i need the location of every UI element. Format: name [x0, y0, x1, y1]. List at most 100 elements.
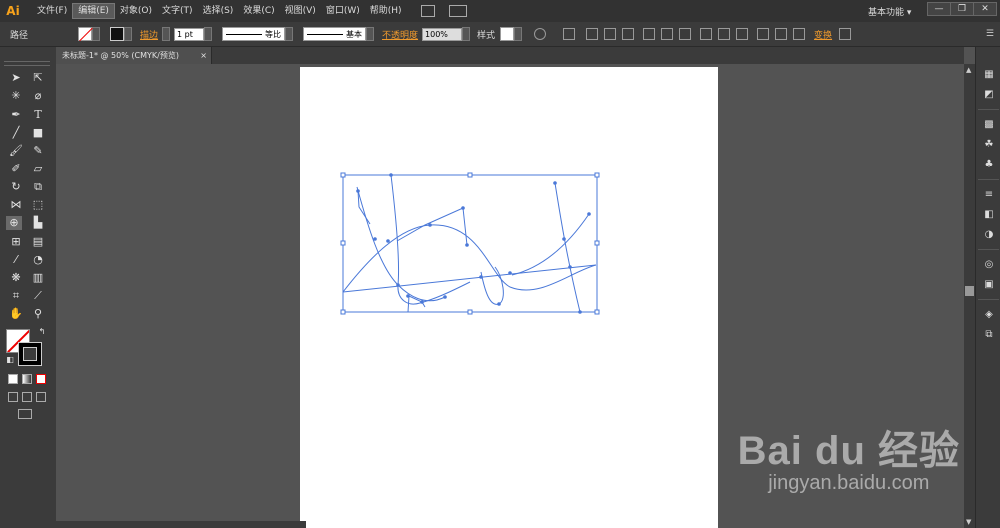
pencil-tool-icon[interactable]: ✎ [30, 144, 46, 158]
mesh-tool-icon[interactable]: ⊞ [8, 235, 24, 249]
color-guide-icon[interactable]: ◩ [983, 89, 995, 101]
paintbrush-tool-icon[interactable]: 🖌 [8, 144, 24, 158]
opacity-input[interactable]: 100% [422, 27, 463, 41]
isolate-icon[interactable] [839, 28, 852, 40]
menu-type[interactable]: 文字(T) [157, 4, 198, 18]
align-top-icon[interactable] [643, 28, 656, 40]
artboards-panel-icon[interactable]: ⧉ [983, 329, 995, 341]
align-right-icon[interactable] [622, 28, 635, 40]
align-hcenter-icon[interactable] [604, 28, 617, 40]
brush-definition[interactable]: 基本 [303, 27, 367, 41]
rectangle-tool-icon[interactable]: ■ [30, 126, 46, 140]
stroke-weight-dropdown[interactable] [204, 27, 213, 41]
hand-tool-icon[interactable]: ✋ [8, 307, 24, 321]
distribute-top-icon[interactable] [700, 28, 713, 40]
stroke-color-box[interactable] [18, 342, 42, 366]
close-button[interactable]: ✕ [973, 2, 997, 16]
magic-wand-tool-icon[interactable]: ✳ [8, 89, 24, 103]
align-to-icon[interactable] [563, 28, 576, 40]
menu-edit[interactable]: 编辑(E) [72, 3, 115, 19]
vertical-scrollbar[interactable]: ▲ ▼ [964, 64, 975, 528]
transform-link[interactable]: 变换 [814, 28, 832, 41]
eyedropper-tool-icon[interactable]: ⁄ [8, 253, 24, 267]
menu-view[interactable]: 视图(V) [280, 4, 321, 18]
align-vcenter-icon[interactable] [661, 28, 674, 40]
blend-tool-icon[interactable]: ◔ [30, 253, 46, 267]
fill-swatch[interactable] [78, 27, 92, 41]
menu-window[interactable]: 窗口(W) [321, 4, 365, 18]
perspective-grid-tool-icon[interactable]: ▙ [30, 216, 46, 230]
gradient-mode-icon[interactable] [22, 374, 32, 384]
bridge-icon[interactable] [420, 5, 435, 17]
zoom-tool-icon[interactable]: ⚲ [30, 307, 46, 321]
stroke-link[interactable]: 描边 [140, 28, 158, 41]
menu-select[interactable]: 选择(S) [198, 4, 239, 18]
stroke-dropdown[interactable] [124, 27, 132, 41]
distribute-vcenter-icon[interactable] [718, 28, 731, 40]
horizontal-scrollbar[interactable] [56, 521, 306, 528]
type-tool-icon[interactable]: T [30, 108, 46, 122]
draw-inside-icon[interactable] [36, 392, 46, 402]
variable-width-profile[interactable]: 等比 [222, 27, 286, 41]
eraser-tool-icon[interactable]: ▱ [30, 162, 46, 176]
style-dropdown[interactable] [514, 27, 523, 41]
stroke-weight-input[interactable]: 1 pt [174, 27, 205, 41]
color-panel-icon[interactable]: ▦ [983, 69, 995, 81]
graphic-style-swatch[interactable] [500, 27, 515, 41]
direct-selection-tool-icon[interactable]: ⇱ [30, 71, 46, 85]
scrollbar-thumb[interactable] [965, 286, 974, 296]
panel-menu-icon[interactable]: ☰ [986, 29, 994, 39]
minimize-button[interactable]: — [927, 2, 951, 16]
scroll-down-icon[interactable]: ▼ [966, 518, 971, 526]
menu-effect[interactable]: 效果(C) [238, 4, 279, 18]
screen-mode-icon[interactable] [18, 409, 32, 419]
align-bottom-icon[interactable] [679, 28, 692, 40]
opacity-link[interactable]: 不透明度 [382, 28, 418, 41]
stroke-swatch[interactable] [110, 27, 124, 41]
graph-tool-icon[interactable]: ▥ [30, 271, 46, 285]
recolor-artwork-icon[interactable] [534, 28, 547, 40]
free-transform-tool-icon[interactable]: ⬚ [30, 198, 46, 212]
menu-help[interactable]: 帮助(H) [365, 4, 407, 18]
selection-tool-icon[interactable]: ➤ [8, 71, 24, 85]
rotate-tool-icon[interactable]: ↻ [8, 180, 24, 194]
workspace-switcher[interactable]: 基本功能 ▾ [868, 5, 911, 18]
none-mode-icon[interactable] [36, 374, 46, 384]
gradient-tool-icon[interactable]: ▤ [30, 235, 46, 249]
align-left-icon[interactable] [586, 28, 599, 40]
appearance-panel-icon[interactable]: ◎ [983, 259, 995, 271]
profile-dropdown[interactable] [285, 27, 294, 41]
swap-colors-icon[interactable]: ↰ [34, 325, 50, 339]
artwork-paths[interactable] [300, 67, 718, 528]
lasso-tool-icon[interactable]: ⌀ [30, 89, 46, 103]
draw-behind-icon[interactable] [22, 392, 32, 402]
opacity-dropdown[interactable] [462, 27, 471, 41]
transparency-panel-icon[interactable]: ◑ [983, 229, 995, 241]
scale-tool-icon[interactable]: ⧉ [30, 180, 46, 194]
graphic-styles-icon[interactable]: ▣ [983, 279, 995, 291]
blob-brush-tool-icon[interactable]: ✐ [8, 162, 24, 176]
layers-panel-icon[interactable]: ◈ [983, 309, 995, 321]
arrange-documents-icon[interactable] [448, 5, 467, 17]
distribute-bottom-icon[interactable] [736, 28, 749, 40]
panel-grip[interactable] [4, 61, 50, 66]
document-tab[interactable]: 未标题-1* @ 50% (CMYK/预览) × [56, 47, 212, 64]
stroke-panel-icon[interactable]: ≡ [983, 189, 995, 201]
pen-tool-icon[interactable]: ✒ [8, 108, 24, 122]
distribute-left-icon[interactable] [757, 28, 770, 40]
brushes-panel-icon[interactable]: ☘ [983, 139, 995, 151]
symbol-sprayer-tool-icon[interactable]: ❋ [8, 271, 24, 285]
artboard-tool-icon[interactable]: ⌗ [8, 289, 24, 303]
menu-object[interactable]: 对象(O) [115, 4, 157, 18]
default-colors-icon[interactable]: ◧ [2, 353, 18, 367]
line-tool-icon[interactable]: ╱ [8, 126, 24, 140]
stroke-weight-stepper[interactable] [162, 27, 171, 41]
artboard[interactable] [300, 67, 718, 528]
close-tab-icon[interactable]: × [200, 47, 207, 64]
swatches-panel-icon[interactable]: ▩ [983, 119, 995, 131]
distribute-right-icon[interactable] [793, 28, 806, 40]
shape-builder-tool-icon[interactable]: ⊕ [6, 216, 22, 230]
menu-file[interactable]: 文件(F) [32, 4, 72, 18]
brush-dropdown[interactable] [366, 27, 375, 41]
fill-dropdown[interactable] [92, 27, 100, 41]
